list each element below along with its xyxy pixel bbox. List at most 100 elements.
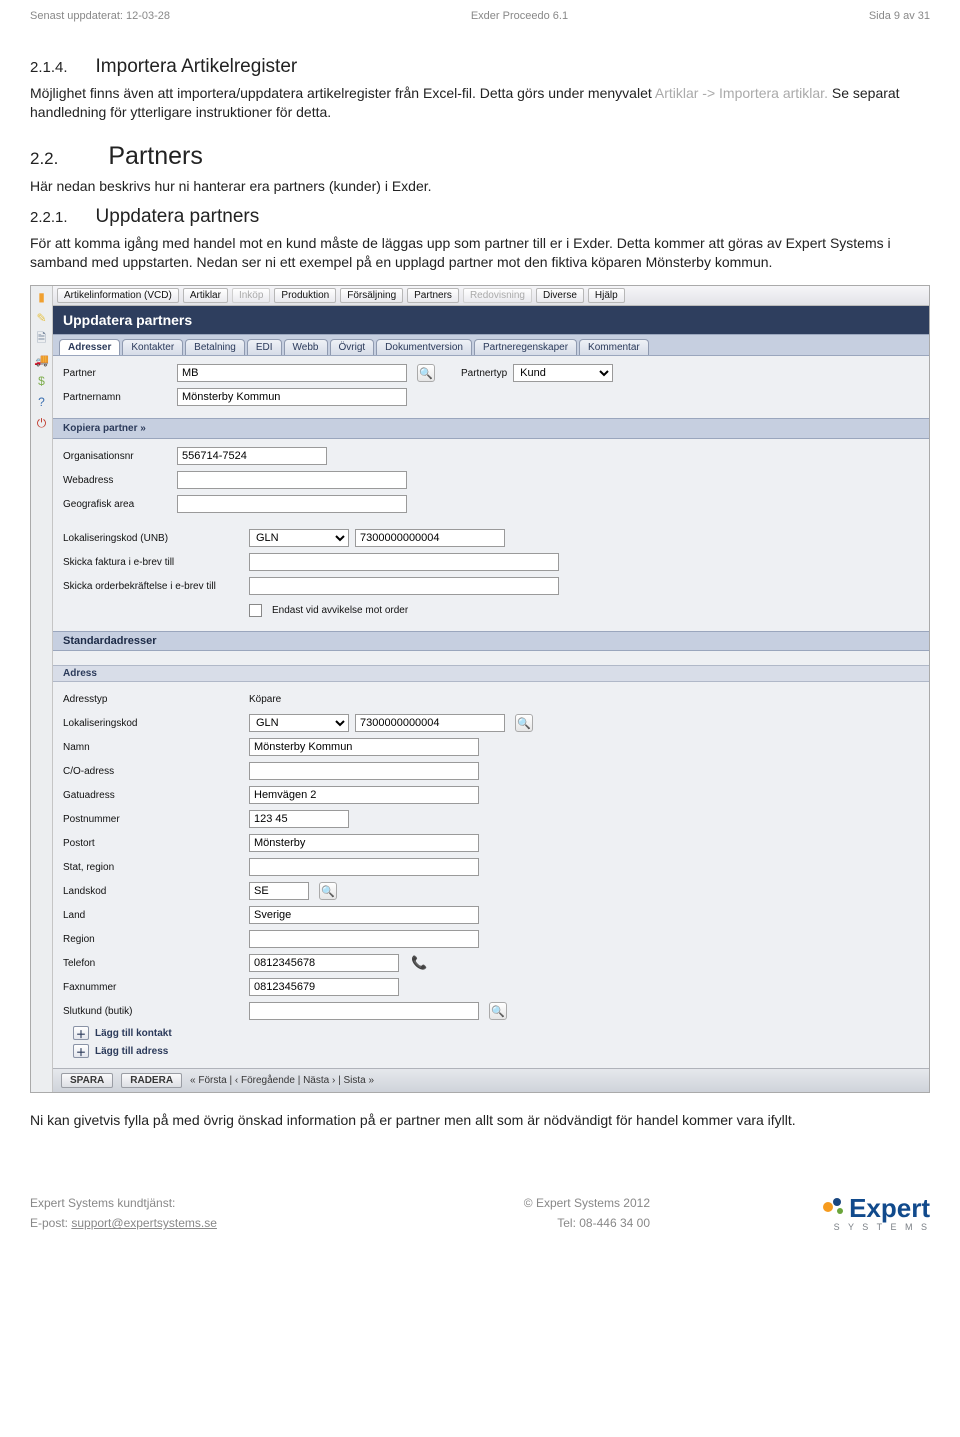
tab-ovrigt[interactable]: Övrigt	[330, 339, 375, 355]
phone-icon: 📞	[411, 955, 427, 971]
footer-epost: E-post: support@expertsystems.se	[30, 1216, 217, 1230]
tab-kontakter[interactable]: Kontakter	[122, 339, 183, 355]
partner-input[interactable]	[177, 364, 407, 382]
search-icon[interactable]: 🔍	[319, 882, 337, 900]
lokkod-select[interactable]: GLN	[249, 529, 349, 547]
help-icon[interactable]: ?	[33, 393, 51, 411]
land-input[interactable]	[249, 906, 479, 924]
truck-icon[interactable]: 🚚	[33, 351, 51, 369]
pager-nav[interactable]: « Första | ‹ Föregående | Nästa › | Sist…	[190, 1075, 374, 1086]
footer-tel: Tel: 08-446 34 00	[557, 1216, 650, 1230]
updated-text: Senast uppdaterat: 12-03-28	[30, 10, 170, 22]
org-input[interactable]	[177, 447, 327, 465]
namn-input[interactable]	[249, 738, 479, 756]
telefon-input[interactable]	[249, 954, 399, 972]
tab-edi[interactable]: EDI	[247, 339, 282, 355]
kopiera-partner-link[interactable]: Kopiera partner »	[53, 418, 929, 439]
spara-button[interactable]: SPARA	[61, 1073, 113, 1088]
partnernamn-label: Partnernamn	[63, 392, 171, 403]
add-adress-label: Lägg till adress	[95, 1046, 168, 1057]
menu-artikelinfo[interactable]: Artikelinformation (VCD)	[57, 288, 179, 303]
power-icon[interactable]: ⏻	[33, 414, 51, 432]
menu-partners[interactable]: Partners	[407, 288, 459, 303]
page-text: Sida 9 av 31	[869, 10, 930, 22]
menu-forsaljning[interactable]: Försäljning	[340, 288, 403, 303]
menu-diverse[interactable]: Diverse	[536, 288, 584, 303]
addr-lok-select[interactable]: GLN	[249, 714, 349, 732]
co-label: C/O-adress	[63, 766, 243, 777]
adress-subhead: Adress	[53, 665, 929, 682]
menu-inkop: Inköp	[232, 288, 270, 303]
tab-adresser[interactable]: Adresser	[59, 339, 120, 355]
menu-produktion[interactable]: Produktion	[274, 288, 336, 303]
landkod-label: Landskod	[63, 886, 243, 897]
co-input[interactable]	[249, 762, 479, 780]
region-input[interactable]	[249, 930, 479, 948]
doc-header: Senast uppdaterat: 12-03-28 Exder Procee…	[0, 0, 960, 26]
chart-icon[interactable]: ▮	[33, 288, 51, 306]
add-kontakt-link[interactable]: ＋ Lägg till kontakt	[63, 1024, 919, 1042]
gatu-input[interactable]	[249, 786, 479, 804]
partnertyp-select[interactable]: Kund	[513, 364, 613, 382]
postnr-input[interactable]	[249, 810, 349, 828]
footer-kundtjanst: Expert Systems kundtjänst:	[30, 1196, 175, 1210]
partnernamn-input[interactable]	[177, 388, 407, 406]
lokkod-label: Lokaliseringskod (UNB)	[63, 533, 243, 544]
plus-icon: ＋	[73, 1044, 89, 1058]
expert-logo: Expert S Y S T E M S	[823, 1197, 930, 1232]
postnr-label: Postnummer	[63, 814, 243, 825]
fax-input[interactable]	[249, 978, 399, 996]
heading-num: 2.2.1.	[30, 209, 68, 226]
doc-icon[interactable]: 🗎	[33, 330, 51, 348]
stat-input[interactable]	[249, 858, 479, 876]
search-icon[interactable]: 🔍	[489, 1002, 507, 1020]
stat-label: Stat, region	[63, 862, 243, 873]
tab-betalning[interactable]: Betalning	[185, 339, 245, 355]
avvik-checkbox[interactable]	[249, 604, 262, 617]
namn-label: Namn	[63, 742, 243, 753]
plus-icon: ＋	[73, 1026, 89, 1040]
landkod-input[interactable]	[249, 882, 309, 900]
lokkod-input[interactable]	[355, 529, 505, 547]
menu-path-text: Artiklar -> Importera artiklar.	[655, 85, 828, 101]
footer-copyright: © Expert Systems 2012	[524, 1196, 650, 1210]
tab-webb[interactable]: Webb	[284, 339, 328, 355]
page-footer: Expert Systems kundtjänst: © Expert Syst…	[0, 1140, 960, 1250]
heading-22: 2.2. Partners	[30, 142, 930, 171]
search-icon[interactable]: 🔍	[515, 714, 533, 732]
panel-title: Uppdatera partners	[53, 306, 929, 334]
addr-lok-label: Lokaliseringskod	[63, 718, 243, 729]
orderbek-input[interactable]	[249, 577, 559, 595]
heading-title: Uppdatera partners	[96, 206, 260, 228]
radera-button[interactable]: RADERA	[121, 1073, 182, 1088]
app-screenshot: ▮ ✎ 🗎 🚚 $ ? ⏻ Artikelinformation (VCD) A…	[30, 285, 930, 1093]
faktura-input[interactable]	[249, 553, 559, 571]
web-input[interactable]	[177, 471, 407, 489]
adresstyp-label: Adresstyp	[63, 694, 243, 705]
add-kontakt-label: Lägg till kontakt	[95, 1028, 172, 1039]
support-email-link[interactable]: support@expertsystems.se	[71, 1216, 217, 1230]
slutkund-input[interactable]	[249, 1002, 479, 1020]
tab-dokumentversion[interactable]: Dokumentversion	[376, 339, 472, 355]
geo-label: Geografisk area	[63, 499, 171, 510]
tab-partneregenskaper[interactable]: Partneregenskaper	[474, 339, 577, 355]
add-adress-link[interactable]: ＋ Lägg till adress	[63, 1042, 919, 1060]
menu-artiklar[interactable]: Artiklar	[183, 288, 228, 303]
adresstyp-value: Köpare	[249, 694, 281, 705]
note-icon[interactable]: ✎	[33, 309, 51, 327]
telefon-label: Telefon	[63, 958, 243, 969]
region-label: Region	[63, 934, 243, 945]
avvik-label: Endast vid avvikelse mot order	[272, 605, 408, 616]
geo-input[interactable]	[177, 495, 407, 513]
addr-lok-input[interactable]	[355, 714, 505, 732]
partner-label: Partner	[63, 368, 171, 379]
postort-input[interactable]	[249, 834, 479, 852]
coin-icon[interactable]: $	[33, 372, 51, 390]
tabbar: Adresser Kontakter Betalning EDI Webb Öv…	[53, 334, 929, 356]
menu-hjalp[interactable]: Hjälp	[588, 288, 625, 303]
heading-num: 2.1.4.	[30, 59, 68, 76]
tab-kommentar[interactable]: Kommentar	[579, 339, 649, 355]
search-icon[interactable]: 🔍	[417, 364, 435, 382]
para-22: Här nedan beskrivs hur ni hanterar era p…	[30, 177, 930, 196]
web-label: Webadress	[63, 475, 171, 486]
